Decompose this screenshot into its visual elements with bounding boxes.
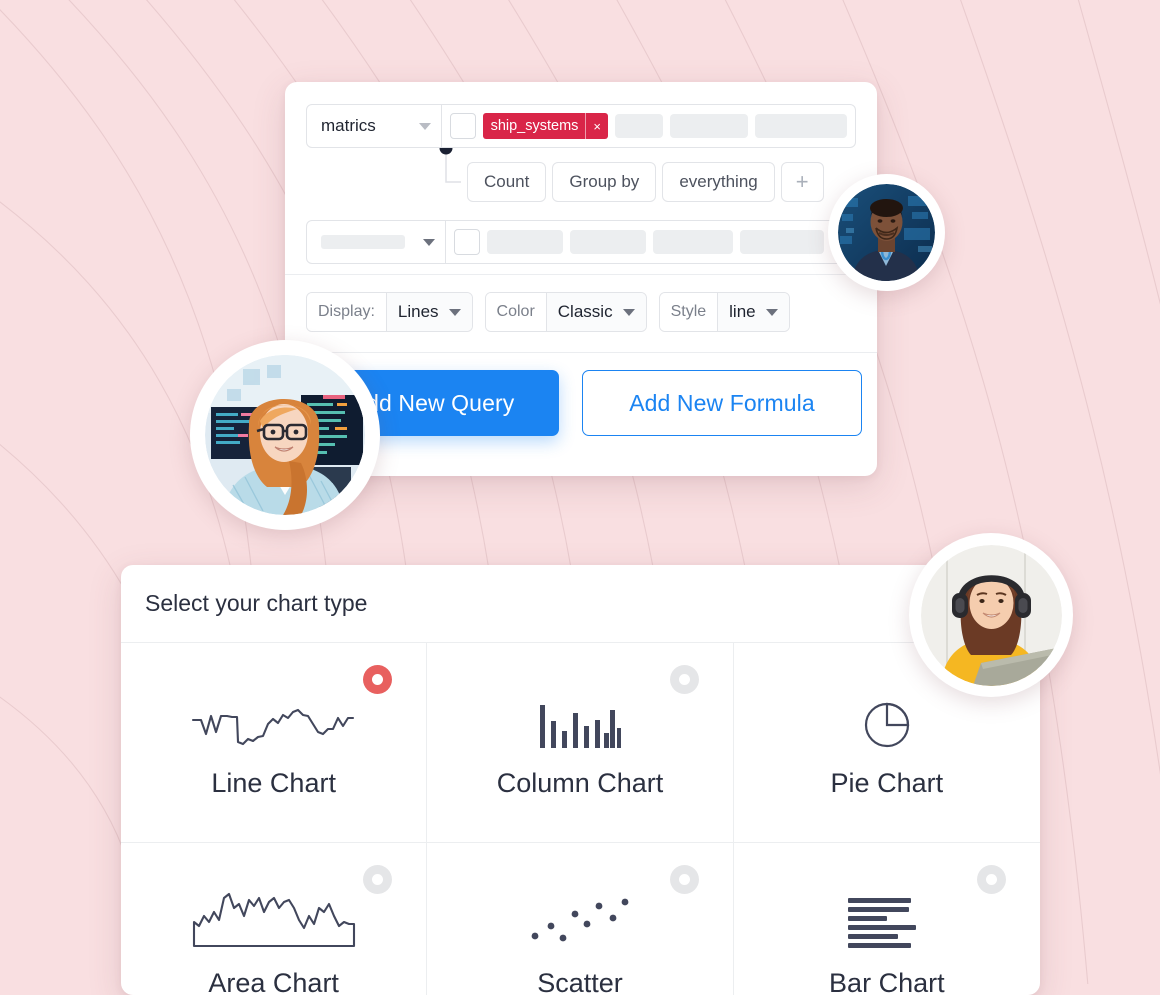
query-row-metric: matrics ship_systems × [306,104,856,148]
color-value-text: Classic [557,302,613,321]
checkbox-unchecked-icon[interactable] [449,113,476,139]
radio-bar-chart[interactable] [977,865,1006,894]
aggregation-pill-group: Count Group by everything + [467,162,824,202]
display-control-label: Display: [307,293,386,331]
metric-select-placeholder[interactable] [306,220,446,264]
placeholder-chip [570,230,646,254]
radio-dot [372,874,384,885]
chart-option-label: Pie Chart [830,768,944,798]
chevron-down-icon [622,308,635,316]
color-control-label: Color [485,293,546,331]
radio-line-chart[interactable] [363,665,393,694]
add-aggregation-button[interactable]: + [780,162,824,202]
display-options-row: Display: Lines Color Classic Style line [306,292,790,332]
radio-column-chart[interactable] [669,665,699,694]
placeholder-chip [740,230,824,254]
style-control-label: Style [659,293,718,331]
chart-option-label: Line Chart [211,768,336,798]
scatter-chart-icon [525,886,635,948]
chart-option-line-chart[interactable]: Line Chart [121,643,428,843]
style-control-value[interactable]: line [717,293,789,331]
area-chart-icon [191,886,357,948]
aggregation-pill-group-by[interactable]: Group by [552,162,657,202]
avatar-support-female [909,533,1073,697]
chart-option-bar-chart[interactable]: Bar Chart [734,843,1040,995]
chart-option-column-chart[interactable]: Column Chart [427,643,734,843]
placeholder-chip [487,230,563,254]
chevron-down-icon [418,122,431,130]
chart-type-grid: Line Chart Column Chart Pie Chart Area C… [121,643,1040,995]
query-row-skeleton [306,220,856,264]
radio-dot [372,674,384,685]
avatar-photo [920,544,1062,686]
chevron-down-icon [448,308,461,316]
chart-option-area-chart[interactable]: Area Chart [121,843,428,995]
line-chart-icon [191,686,357,748]
avatar-developer-female [190,340,380,530]
chart-option-label: Bar Chart [829,968,945,995]
avatar-photo [838,184,935,281]
column-chart-icon [538,686,622,748]
chevron-down-icon [423,238,435,246]
placeholder-chip [755,114,847,138]
metric-select-value: matrics [321,116,376,135]
divider [285,274,877,275]
aggregation-pill-everything[interactable]: everything [662,162,775,202]
checkbox-unchecked-icon[interactable] [454,229,480,255]
page-title: Select your chart type [145,590,368,616]
placeholder-chip [653,230,733,254]
display-value-text: Lines [397,302,439,321]
display-control-value[interactable]: Lines [385,293,472,331]
aggregation-pill-count[interactable]: Count [467,162,547,202]
radio-dot [678,674,690,685]
close-icon[interactable]: × [585,113,608,139]
metric-select[interactable]: matrics [306,104,442,148]
chevron-down-icon [765,308,778,316]
bar-chart-icon [847,886,926,948]
display-control[interactable]: Display: Lines [306,292,473,332]
divider [285,352,877,353]
color-control[interactable]: Color Classic [484,292,647,332]
metric-filter-box-placeholder[interactable] [446,220,856,264]
chart-option-label: Column Chart [496,768,664,798]
color-control-value[interactable]: Classic [545,293,646,331]
add-new-formula-button[interactable]: Add New Formula [582,370,862,436]
style-control[interactable]: Style line [658,292,790,332]
chart-picker-header: Select your chart type [121,565,1040,643]
query-actions-row: Add New Query Add New Formula [306,370,862,436]
placeholder-bar [321,235,405,249]
chart-option-label: Scatter [537,968,623,995]
style-value-text: line [729,302,756,321]
filter-tag-label: ship_systems [490,118,579,134]
placeholder-chip [615,114,663,138]
placeholder-chip [670,114,748,138]
chart-option-scatter[interactable]: Scatter [427,843,734,995]
radio-dot [986,874,997,885]
filter-tag-ship-systems[interactable]: ship_systems × [482,113,608,139]
pie-chart-icon [862,686,912,748]
radio-dot [678,874,690,885]
radio-area-chart[interactable] [363,865,393,894]
radio-scatter[interactable] [669,865,699,894]
metric-filter-box[interactable]: ship_systems × [441,104,856,148]
avatar-engineer-male [828,174,945,291]
chart-option-label: Area Chart [208,968,339,995]
avatar-photo [205,355,365,515]
chart-type-picker-card: Select your chart type Line Chart Column… [121,565,1040,995]
